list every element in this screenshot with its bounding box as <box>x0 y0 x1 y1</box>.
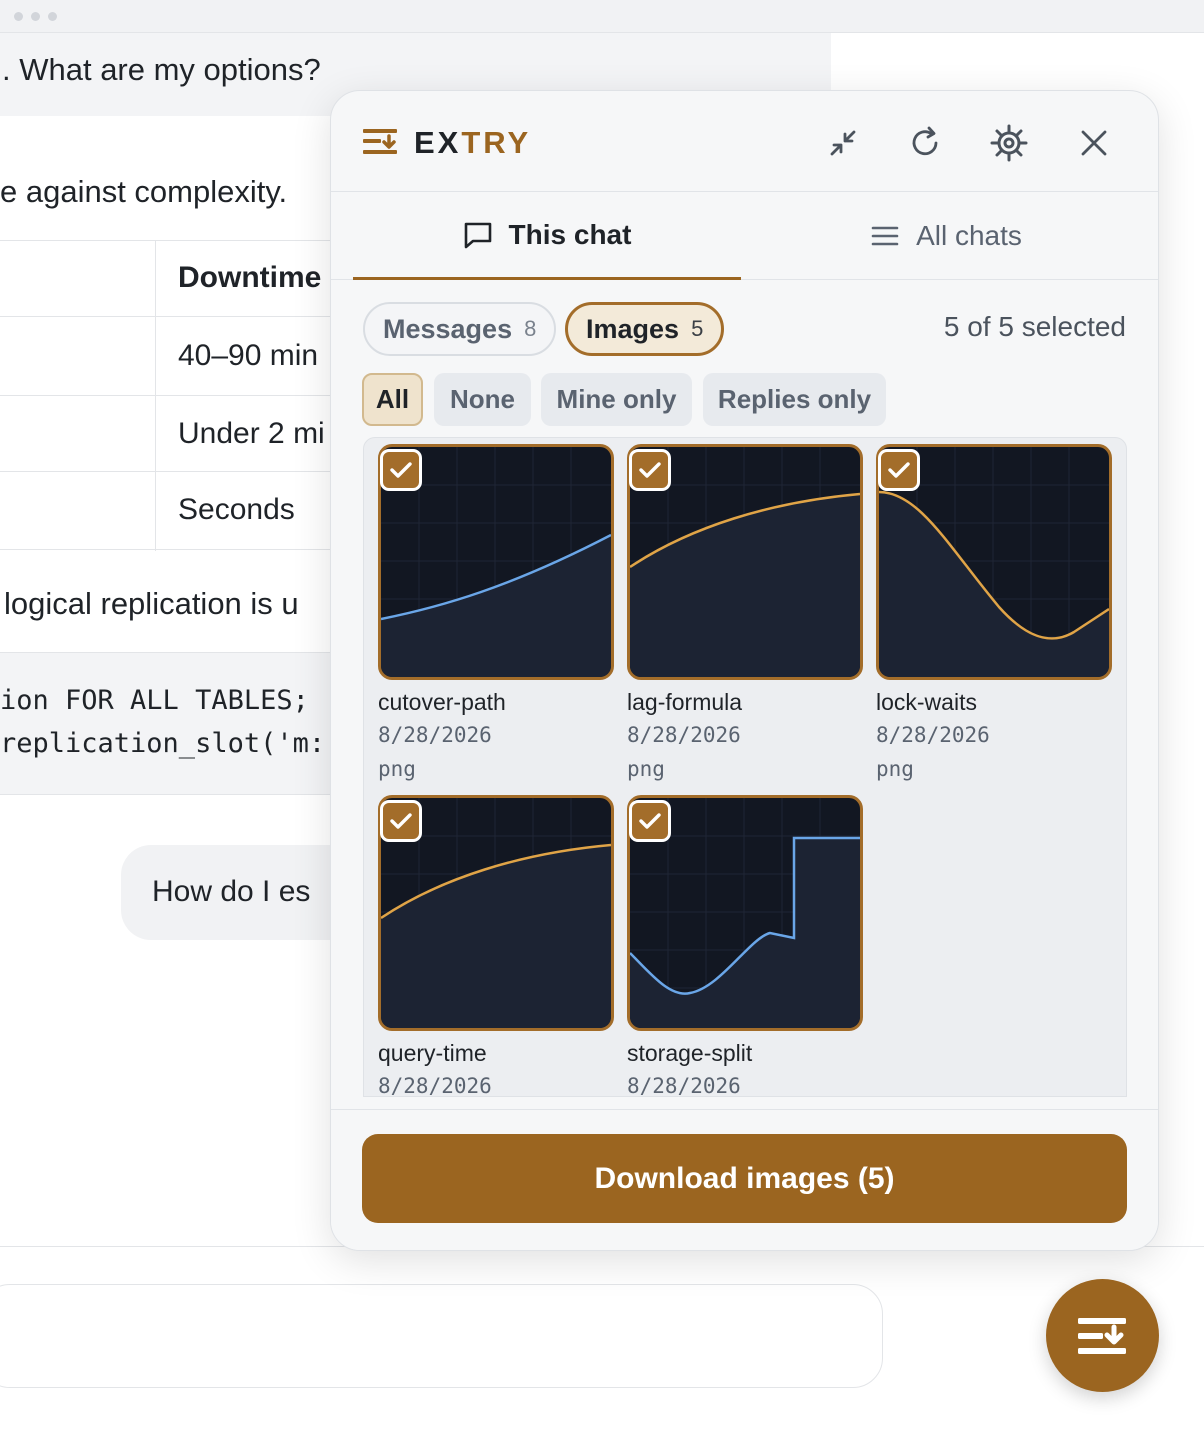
chat-text: e against complexity. <box>0 174 288 209</box>
tab-label: All chats <box>916 220 1022 251</box>
settings-button[interactable] <box>987 121 1031 165</box>
select-checkbox[interactable] <box>629 800 671 842</box>
tab-this-chat[interactable]: This chat <box>353 192 741 280</box>
code-block: ion FOR ALL TABLES; replication_slot('m: <box>0 652 345 795</box>
image-name: lag-formula <box>627 689 743 715</box>
panel-header: EXTRY <box>331 91 1158 192</box>
download-images-button[interactable]: Download images (5) <box>362 1134 1127 1223</box>
comparison-table: Downtime 40–90 min Under 2 mi Seconds <box>0 240 345 551</box>
filter-replies-button[interactable]: Replies only <box>703 373 886 426</box>
tab-all-chats[interactable]: All chats <box>741 192 1151 280</box>
settings-icon <box>990 124 1028 162</box>
select-checkbox[interactable] <box>629 449 671 491</box>
image-name: cutover-path <box>378 689 506 715</box>
check-icon <box>888 462 910 478</box>
fab-logo-icon <box>1077 1317 1126 1354</box>
refresh-icon <box>912 126 938 156</box>
check-icon <box>390 462 412 478</box>
code-line: replication_slot('m: <box>0 728 326 759</box>
select-checkbox[interactable] <box>380 800 422 842</box>
image-grid: cutover-path 8/28/2026 png lag-formula 8… <box>363 437 1127 1097</box>
check-icon <box>639 462 661 478</box>
image-date: 8/28/2026 <box>627 723 741 747</box>
list-icon <box>871 226 899 246</box>
logo-icon <box>363 129 397 154</box>
images-count: 5 <box>691 316 704 341</box>
messages-count: 8 <box>524 316 537 341</box>
table-cell: Seconds <box>178 493 295 526</box>
image-name: query-time <box>378 1040 487 1066</box>
chat-text: logical replication is u <box>4 586 299 621</box>
window-controls <box>14 12 57 21</box>
select-checkbox[interactable] <box>380 449 422 491</box>
image-type: png <box>378 757 416 781</box>
selection-count: 5 of 5 selected <box>943 311 1126 342</box>
tab-bar: This chat All chats <box>331 192 1158 280</box>
close-icon <box>1081 130 1107 156</box>
image-type: png <box>627 757 665 781</box>
image-date: 8/28/2026 <box>378 723 492 747</box>
user-message-text: How do I es <box>152 875 311 908</box>
image-date: 8/28/2026 <box>876 723 990 747</box>
extry-fab-button[interactable] <box>1046 1279 1159 1392</box>
minimize-button[interactable] <box>821 121 865 165</box>
close-button[interactable] <box>1072 121 1116 165</box>
check-icon <box>390 813 412 829</box>
check-icon <box>639 813 661 829</box>
window-titlebar <box>0 0 1204 33</box>
table-cell: 40–90 min <box>178 339 319 372</box>
image-date: 8/28/2026 <box>378 1074 492 1097</box>
filter-all-button[interactable]: All <box>362 373 423 426</box>
table-header: Downtime <box>178 261 322 294</box>
extry-panel: EXTRY This chat All chats Messages 8 Ima… <box>330 90 1159 1251</box>
image-type: png <box>876 757 914 781</box>
image-date: 8/28/2026 <box>627 1074 741 1097</box>
filter-mine-button[interactable]: Mine only <box>541 373 692 426</box>
message-composer[interactable] <box>0 1284 883 1388</box>
minimize-icon <box>830 130 856 156</box>
panel-footer: Download images (5) <box>331 1109 1158 1250</box>
table-cell: Under 2 mi <box>178 417 325 450</box>
refresh-button[interactable] <box>903 121 947 165</box>
images-pill[interactable]: Images 5 <box>565 302 725 356</box>
messages-pill[interactable]: Messages 8 <box>363 302 557 356</box>
code-line: ion FOR ALL TABLES; <box>0 685 309 716</box>
filter-none-button[interactable]: None <box>434 373 531 426</box>
image-name: storage-split <box>627 1040 753 1066</box>
brand-name: EXTRY <box>414 125 532 160</box>
tab-label: This chat <box>508 218 632 250</box>
image-name: lock-waits <box>876 689 977 715</box>
chat-bubble-icon <box>464 222 491 248</box>
chat-text: . What are my options? <box>2 52 321 87</box>
select-checkbox[interactable] <box>878 449 920 491</box>
